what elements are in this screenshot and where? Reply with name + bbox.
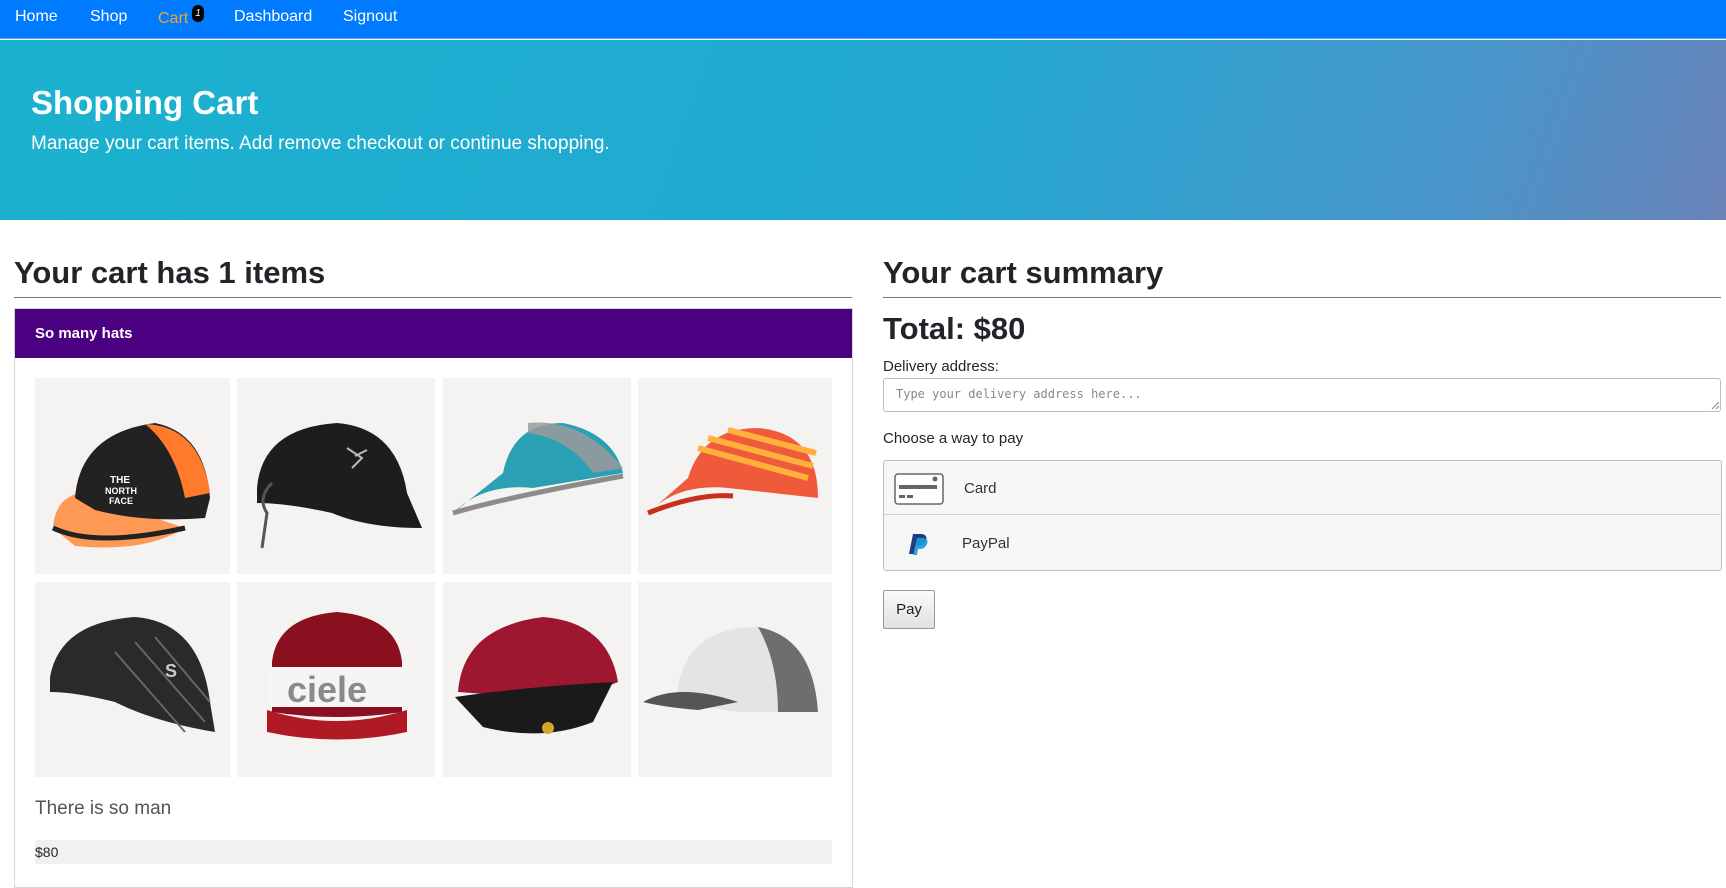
- maroon-cap-icon: [443, 582, 631, 777]
- nav-signout-link[interactable]: Signout: [343, 7, 397, 27]
- cart-total: Total: $80: [883, 311, 1026, 346]
- top-navbar: Home Shop Cart 1 Dashboard Signout: [0, 0, 1726, 39]
- svg-text:ciele: ciele: [287, 669, 367, 710]
- red-orange-cap-icon: [638, 378, 832, 574]
- page-title: Shopping Cart: [31, 84, 259, 121]
- black-cap-icon: [237, 378, 435, 574]
- cart-item-price: $80: [35, 844, 59, 860]
- payment-method-label: Choose a way to pay: [883, 430, 1024, 447]
- nav-shop-link[interactable]: Shop: [90, 7, 127, 27]
- payment-option-card[interactable]: Card: [884, 461, 1721, 515]
- page-subtitle: Manage your cart items. Add remove check…: [31, 133, 610, 154]
- cart-item-price-bar: $80: [35, 840, 832, 864]
- ciele-cap-icon: ciele: [237, 582, 435, 777]
- svg-text:S: S: [165, 661, 177, 681]
- nav-home-link[interactable]: Home: [15, 7, 58, 27]
- credit-card-icon: [894, 473, 944, 505]
- resize-handle-icon[interactable]: [1710, 400, 1720, 410]
- cart-item-name: So many hats: [35, 325, 133, 342]
- black-mesh-cap-icon: S: [35, 582, 230, 777]
- black-orange-cap-icon: THE NORTH FACE: [35, 378, 230, 574]
- payment-method-list: Card PayPal: [883, 460, 1722, 571]
- cart-count-badge: 1: [192, 5, 204, 22]
- svg-text:NORTH: NORTH: [105, 486, 137, 496]
- delivery-address-input[interactable]: [883, 378, 1721, 412]
- svg-text:FACE: FACE: [109, 496, 133, 506]
- grey-cap-icon: [638, 582, 832, 777]
- nav-cart-link[interactable]: Cart: [158, 9, 188, 29]
- delivery-address-label: Delivery address:: [883, 358, 999, 375]
- cart-heading: Your cart has 1 items: [14, 255, 326, 290]
- payment-option-paypal-label: PayPal: [962, 535, 1010, 552]
- pay-button[interactable]: Pay: [883, 590, 935, 629]
- cart-item-header: So many hats: [15, 309, 852, 358]
- teal-cap-icon: [443, 378, 631, 574]
- page-header-banner: Shopping Cart Manage your cart items. Ad…: [0, 40, 1726, 220]
- summary-heading-divider: [883, 297, 1721, 298]
- cart-item-description: There is so man: [35, 798, 172, 819]
- payment-option-paypal[interactable]: PayPal: [884, 516, 1721, 570]
- summary-heading: Your cart summary: [883, 255, 1164, 290]
- nav-dashboard-link[interactable]: Dashboard: [234, 7, 312, 27]
- cart-heading-divider: [14, 297, 852, 298]
- paypal-icon: [909, 534, 928, 555]
- payment-option-card-label: Card: [964, 480, 997, 497]
- svg-text:THE: THE: [110, 475, 130, 486]
